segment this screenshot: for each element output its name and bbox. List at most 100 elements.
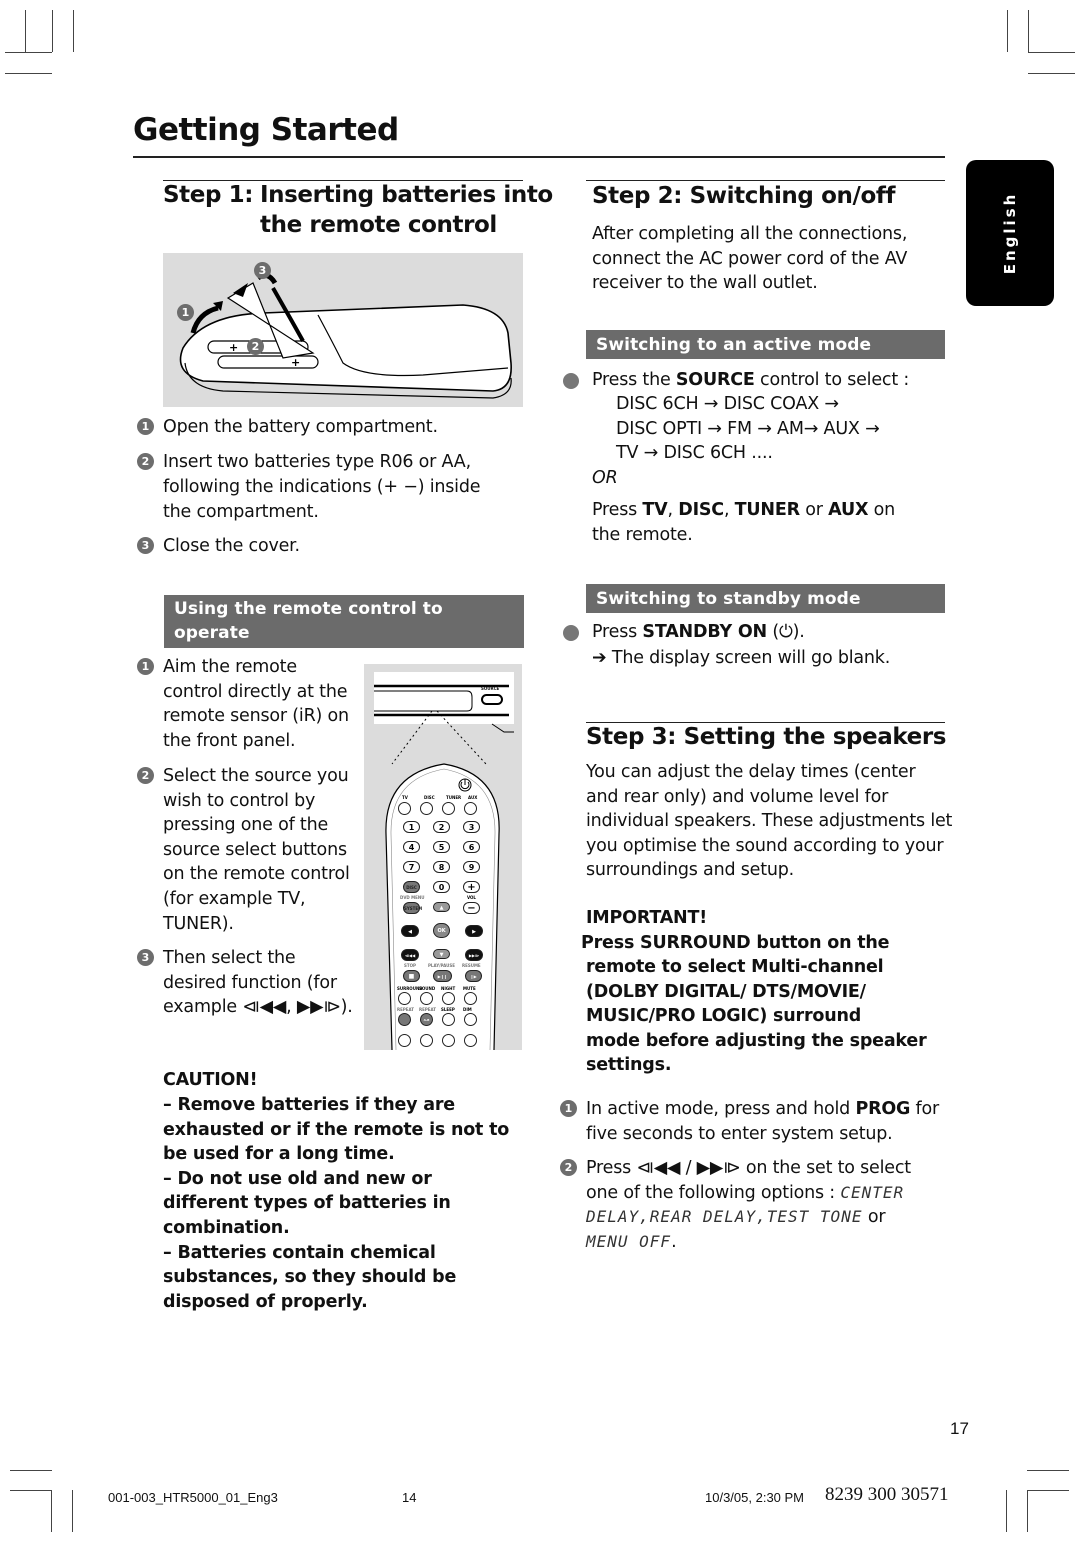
instruction-3: Close the cover. bbox=[163, 536, 300, 556]
footer-sheet: 14 bbox=[402, 1490, 417, 1505]
bottom-button bbox=[442, 1034, 455, 1047]
source-button bbox=[420, 802, 433, 815]
crop-mark bbox=[51, 1490, 52, 1532]
sleep-button bbox=[442, 1013, 455, 1026]
text-line: After completing all the connections, bbox=[592, 224, 908, 244]
step-number-3: 3 bbox=[137, 537, 154, 554]
source-sequence: DISC 6CH → DISC COAX → DISC OPTI → FM → … bbox=[616, 392, 880, 466]
text-line: wish to control by bbox=[163, 790, 316, 811]
remote-step-2-number: 2 bbox=[137, 767, 154, 784]
right-button: ▶ bbox=[465, 925, 483, 937]
caution-title: CAUTION! bbox=[163, 1070, 258, 1090]
resume-button: ❙▶ bbox=[465, 970, 482, 982]
text: on bbox=[868, 500, 896, 520]
crop-mark bbox=[10, 1470, 52, 1471]
text-line: Press ⧏◀◀ / ▶▶⧐ on the set to select bbox=[586, 1158, 911, 1178]
crop-mark bbox=[1027, 1490, 1069, 1491]
figure-step-2: 2 bbox=[247, 338, 264, 355]
disc-keyword: DISC bbox=[678, 500, 724, 520]
text: for bbox=[910, 1099, 940, 1119]
dvd-menu-label: DVD MENU bbox=[400, 895, 425, 900]
function-button bbox=[464, 992, 477, 1005]
ok-button: OK bbox=[433, 923, 450, 938]
text-line: five seconds to enter system setup. bbox=[586, 1123, 893, 1144]
sequence-line: DISC OPTI → FM → AM→ AUX → bbox=[616, 418, 880, 439]
text: or bbox=[799, 500, 829, 520]
page-number: 17 bbox=[950, 1419, 969, 1438]
source-keyword: SOURCE bbox=[675, 370, 755, 390]
caution-line: exhausted or if the remote is not to bbox=[163, 1119, 510, 1140]
caution-list: – Remove batteries if they are exhausted… bbox=[163, 1093, 509, 1314]
digit-button: 0 bbox=[433, 881, 450, 893]
source-label: TUNER bbox=[446, 795, 462, 800]
step2-intro: After completing all the connections, co… bbox=[592, 222, 907, 296]
caution-line: substances, so they should be bbox=[163, 1267, 457, 1288]
standby-instruction: Press STANDBY ON (⏻). bbox=[592, 620, 805, 645]
text-line: control directly at the bbox=[163, 681, 348, 702]
speaker-step-2-number: 2 bbox=[560, 1159, 577, 1176]
lcd-option-menu-off: MENU OFF bbox=[586, 1231, 672, 1251]
crop-mark bbox=[1007, 10, 1008, 52]
text-line: receiver to the wall outlet. bbox=[592, 273, 818, 294]
vol-down-button: − bbox=[463, 902, 480, 914]
svg-text:+: + bbox=[229, 341, 238, 354]
text-line: individual speakers. These adjustments l… bbox=[586, 811, 953, 832]
up-button: ▲ bbox=[433, 902, 450, 912]
crop-mark bbox=[10, 1490, 52, 1491]
footer-date: 10/3/05, 2:30 PM bbox=[705, 1490, 805, 1505]
crop-mark bbox=[1028, 10, 1029, 52]
text: . bbox=[671, 1231, 677, 1252]
important-line: remote to select Multi-channel bbox=[586, 957, 884, 977]
caution-line: – Remove batteries if they are bbox=[163, 1095, 455, 1115]
sequence-line: TV → DISC 6CH .... bbox=[616, 443, 773, 464]
remote-battery-drawing: + + bbox=[179, 272, 512, 399]
text-line: the front panel. bbox=[163, 730, 296, 751]
text: Press bbox=[592, 500, 643, 520]
text-line: remote sensor (iR) on bbox=[163, 706, 349, 727]
source-button bbox=[464, 802, 477, 815]
source-label: TV bbox=[402, 795, 408, 800]
text-line: Then select the bbox=[163, 948, 296, 968]
active-mode-bar: Switching to an active mode bbox=[586, 330, 945, 359]
digit-button: 3 bbox=[463, 821, 480, 833]
text-line: (for example TV, bbox=[163, 888, 306, 909]
crop-mark bbox=[72, 1490, 73, 1532]
standby-result: ➔ The display screen will go blank. bbox=[592, 648, 891, 668]
function-label: REPEAT bbox=[419, 1007, 436, 1012]
speaker-step-1-text: In active mode, press and hold PROG for … bbox=[586, 1097, 939, 1146]
step2-heading: Step 2: Switching on/off bbox=[592, 183, 896, 209]
text-line: desired function (for bbox=[163, 972, 337, 993]
transport-label: PLAY/PAUSE bbox=[428, 963, 455, 968]
text: or bbox=[862, 1207, 886, 1228]
digit-button: 2 bbox=[433, 821, 450, 833]
function-label: DIM bbox=[463, 1007, 472, 1012]
crop-mark bbox=[1028, 73, 1075, 74]
title-rule bbox=[133, 156, 945, 158]
text-line: you optimise the sound according to your bbox=[586, 835, 944, 856]
bullet-icon bbox=[563, 373, 579, 389]
source-button-label: SOURCE bbox=[481, 686, 500, 691]
text: control to select : bbox=[754, 370, 910, 390]
next-button: ▶▶⧐ bbox=[465, 949, 483, 961]
language-label: English bbox=[1001, 191, 1019, 275]
speaker-step-1-number: 1 bbox=[560, 1100, 577, 1117]
remote-step-3-number: 3 bbox=[137, 949, 154, 966]
text-line: Select the source you bbox=[163, 766, 349, 786]
caution-line: combination. bbox=[163, 1217, 290, 1238]
crop-mark bbox=[52, 10, 53, 52]
function-label: NIGHT bbox=[441, 986, 456, 991]
figure-step-3: 3 bbox=[254, 262, 271, 279]
caution-line: different types of batteries in bbox=[163, 1193, 451, 1214]
function-label: MUTE bbox=[463, 986, 476, 991]
digit-button: 7 bbox=[403, 861, 420, 873]
lcd-option-center: CENTER bbox=[840, 1182, 905, 1202]
step3-intro: You can adjust the delay times (center a… bbox=[586, 760, 952, 883]
vol-label: VOL bbox=[467, 895, 476, 900]
repeat-button bbox=[398, 1013, 411, 1026]
caution-line: – Do not use old and new or bbox=[163, 1168, 432, 1189]
important-line: mode before adjusting the speaker bbox=[586, 1030, 927, 1051]
source-button bbox=[442, 802, 455, 815]
source-label: AUX bbox=[468, 795, 478, 800]
aux-keyword: AUX bbox=[828, 500, 869, 520]
dim-button bbox=[464, 1013, 477, 1026]
